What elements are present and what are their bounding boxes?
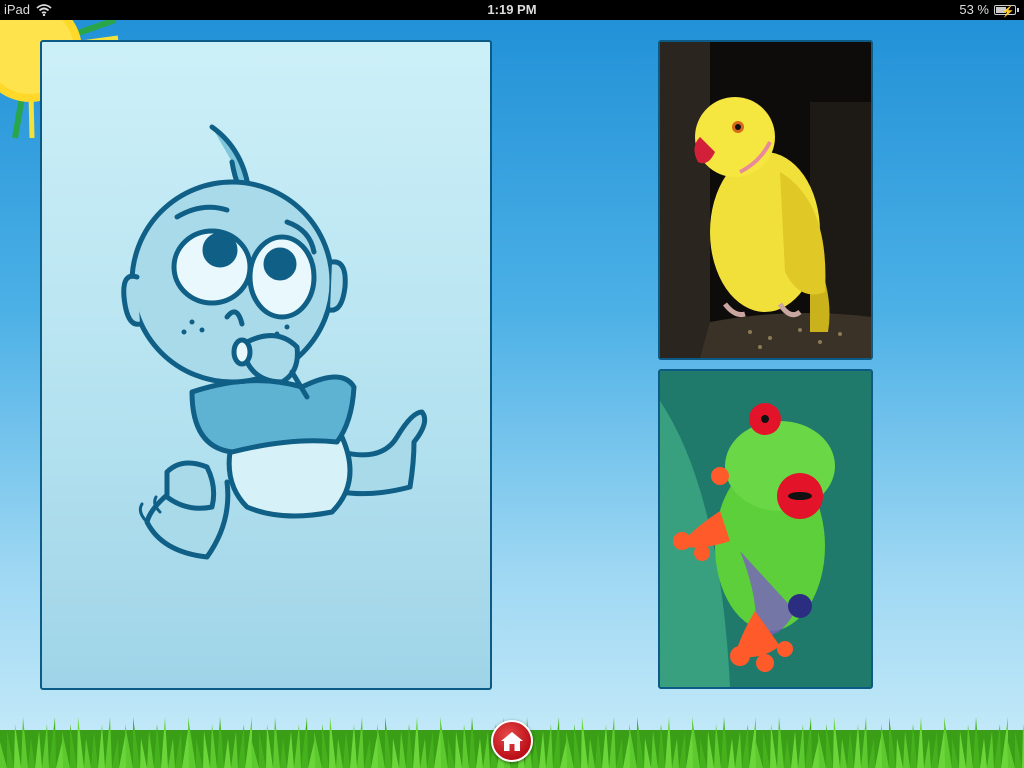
parrot-image [660,42,871,358]
status-bar: iPad 1:19 PM 53 % ⚡ [0,0,1024,20]
frog-image [660,371,871,687]
battery-percent: 53 % [959,2,989,17]
baby-cartoon [121,124,428,560]
home-icon [501,732,523,751]
charging-bolt-icon: ⚡ [1001,6,1015,18]
app-screen: iPad 1:19 PM 53 % ⚡ [0,0,1024,768]
battery-charging-icon: ⚡ [994,5,1019,18]
status-time: 1:19 PM [487,2,537,17]
status-right: 53 % ⚡ [959,0,1019,20]
frog-picture-card[interactable] [658,369,873,689]
home-button[interactable] [491,720,533,762]
cartoon-canvas-panel[interactable] [40,40,492,690]
parrot-picture-card[interactable] [658,40,873,360]
